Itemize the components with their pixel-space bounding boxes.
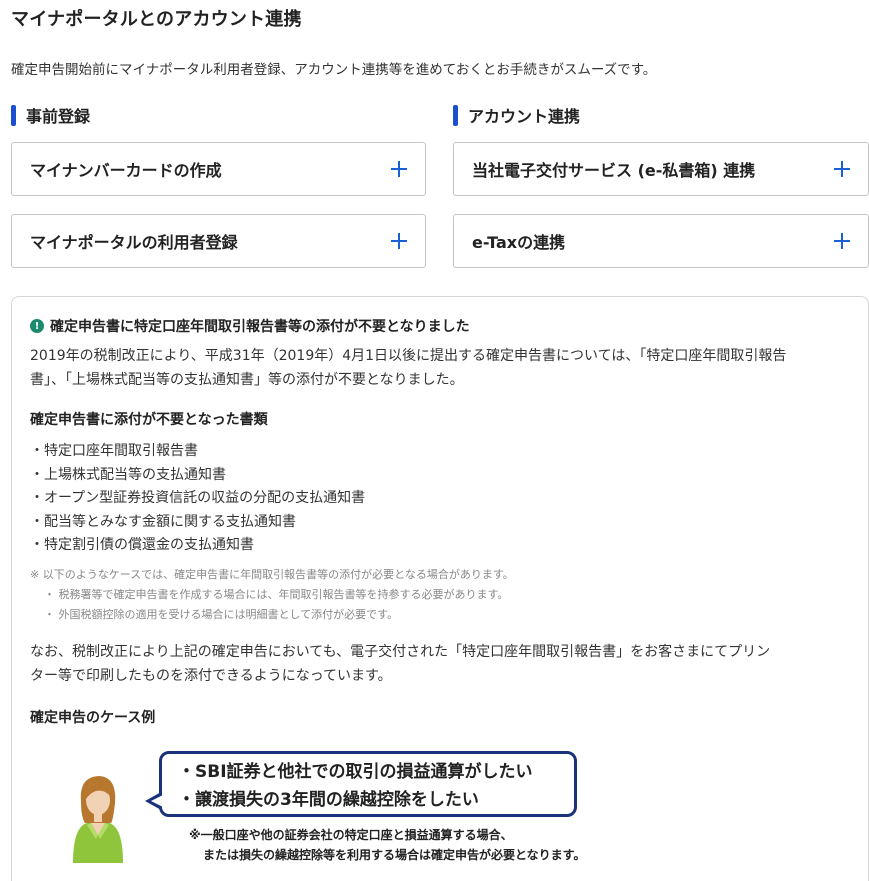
accordion-label: e-Taxの連携 bbox=[472, 233, 566, 252]
list-item: 上場株式配当等の支払通知書 bbox=[30, 464, 365, 488]
small-notes: ※ 以下のようなケースでは、確定申告書に年間取引報告書等の添付が必要となる場合が… bbox=[30, 565, 514, 625]
accordion-e-shishobako-link[interactable]: 当社電子交付サービス (e-私書箱) 連携 bbox=[453, 142, 869, 196]
notice-body-line: 書」、「上場株式配当等の支払通知書」等の添付が不要となりました。 bbox=[30, 372, 464, 388]
case-note-line: または損失の繰越控除等を利用する場合は確定申告が必要となります。 bbox=[203, 848, 586, 862]
bubble-line: ・SBI証券と他社での取引の損益通算がしたい bbox=[178, 762, 533, 782]
page-title: マイナポータルとのアカウント連携 bbox=[11, 9, 302, 30]
person-illustration bbox=[73, 776, 123, 863]
paragraph-line: なお、税制改正により上記の確定申告においても、電子交付された「特定口座年間取引報… bbox=[30, 644, 771, 660]
section-accent-bar bbox=[11, 104, 16, 126]
list-item: 配当等とみなす金額に関する支払通知書 bbox=[30, 511, 365, 535]
notice-body-line: 2019年の税制改正により、平成31年（2019年）4月1日以後に提出する確定申… bbox=[30, 348, 787, 364]
notice-body: 2019年の税制改正により、平成31年（2019年）4月1日以後に提出する確定申… bbox=[30, 344, 860, 392]
speech-bubble: ・SBI証券と他社での取引の損益通算がしたい ・譲渡損失の3年間の繰越控除をした… bbox=[159, 751, 577, 817]
speech-bubble-tail-inner bbox=[151, 795, 163, 807]
bubble-line: ・譲渡損失の3年間の繰越控除をしたい bbox=[178, 790, 479, 810]
accordion-label: マイナポータルの利用者登録 bbox=[30, 233, 238, 252]
lead-text: 確定申告開始前にマイナポータル利用者登録、アカウント連携等を進めておくとお手続き… bbox=[11, 62, 657, 78]
list-item: 特定割引債の償還金の支払通知書 bbox=[30, 534, 365, 558]
note-sub: ・ 税務署等で確定申告書を作成する場合には、年間取引報告書等を持参する必要があり… bbox=[44, 588, 509, 601]
plus-icon[interactable] bbox=[391, 161, 407, 177]
section-title-account-link: アカウント連携 bbox=[453, 103, 580, 127]
plus-icon[interactable] bbox=[391, 233, 407, 249]
docs-list: 特定口座年間取引報告書 上場株式配当等の支払通知書 オープン型証券投資信託の収益… bbox=[30, 440, 365, 558]
plus-icon[interactable] bbox=[834, 161, 850, 177]
notice-title: 確定申告書に特定口座年間取引報告書等の添付が不要となりました bbox=[50, 319, 470, 335]
section-title-label: 事前登録 bbox=[26, 107, 91, 126]
accordion-label: マイナンバーカードの作成 bbox=[30, 161, 222, 180]
notice-paragraph: なお、税制改正により上記の確定申告においても、電子交付された「特定口座年間取引報… bbox=[30, 640, 860, 688]
note-main: ※ 以下のようなケースでは、確定申告書に年間取引報告書等の添付が必要となる場合が… bbox=[30, 568, 514, 581]
case-note: ※一般口座や他の証券会社の特定口座と損益通算する場合、 または損失の繰越控除等を… bbox=[189, 825, 585, 865]
docs-heading: 確定申告書に添付が不要となった書類 bbox=[30, 412, 268, 428]
notice-heading: ! 確定申告書に特定口座年間取引報告書等の添付が不要となりました bbox=[30, 316, 470, 336]
case-illustration: ・SBI証券と他社での取引の損益通算がしたい ・譲渡損失の3年間の繰越控除をした… bbox=[67, 743, 667, 873]
accordion-e-tax-link[interactable]: e-Taxの連携 bbox=[453, 214, 869, 268]
accordion-mynaportal-registration[interactable]: マイナポータルの利用者登録 bbox=[11, 214, 426, 268]
case-note-line: ※一般口座や他の証券会社の特定口座と損益通算する場合、 bbox=[189, 828, 513, 842]
plus-icon[interactable] bbox=[834, 233, 850, 249]
section-title-pre-registration: 事前登録 bbox=[11, 103, 90, 127]
accordion-label: 当社電子交付サービス (e-私書箱) 連携 bbox=[472, 161, 756, 180]
case-heading: 確定申告のケース例 bbox=[30, 710, 156, 726]
exclamation-icon: ! bbox=[30, 319, 44, 333]
paragraph-line: ター等で印刷したものを添付できるようになっています。 bbox=[30, 668, 392, 684]
accordion-mynumber-card[interactable]: マイナンバーカードの作成 bbox=[11, 142, 426, 196]
note-sub: ・ 外国税額控除の適用を受ける場合には明細書として添付が必要です。 bbox=[44, 608, 399, 621]
section-title-label: アカウント連携 bbox=[468, 107, 581, 126]
notice-box: ! 確定申告書に特定口座年間取引報告書等の添付が不要となりました 2019年の税… bbox=[11, 296, 869, 881]
list-item: 特定口座年間取引報告書 bbox=[30, 440, 365, 464]
list-item: オープン型証券投資信託の収益の分配の支払通知書 bbox=[30, 487, 365, 511]
section-accent-bar bbox=[453, 104, 458, 126]
